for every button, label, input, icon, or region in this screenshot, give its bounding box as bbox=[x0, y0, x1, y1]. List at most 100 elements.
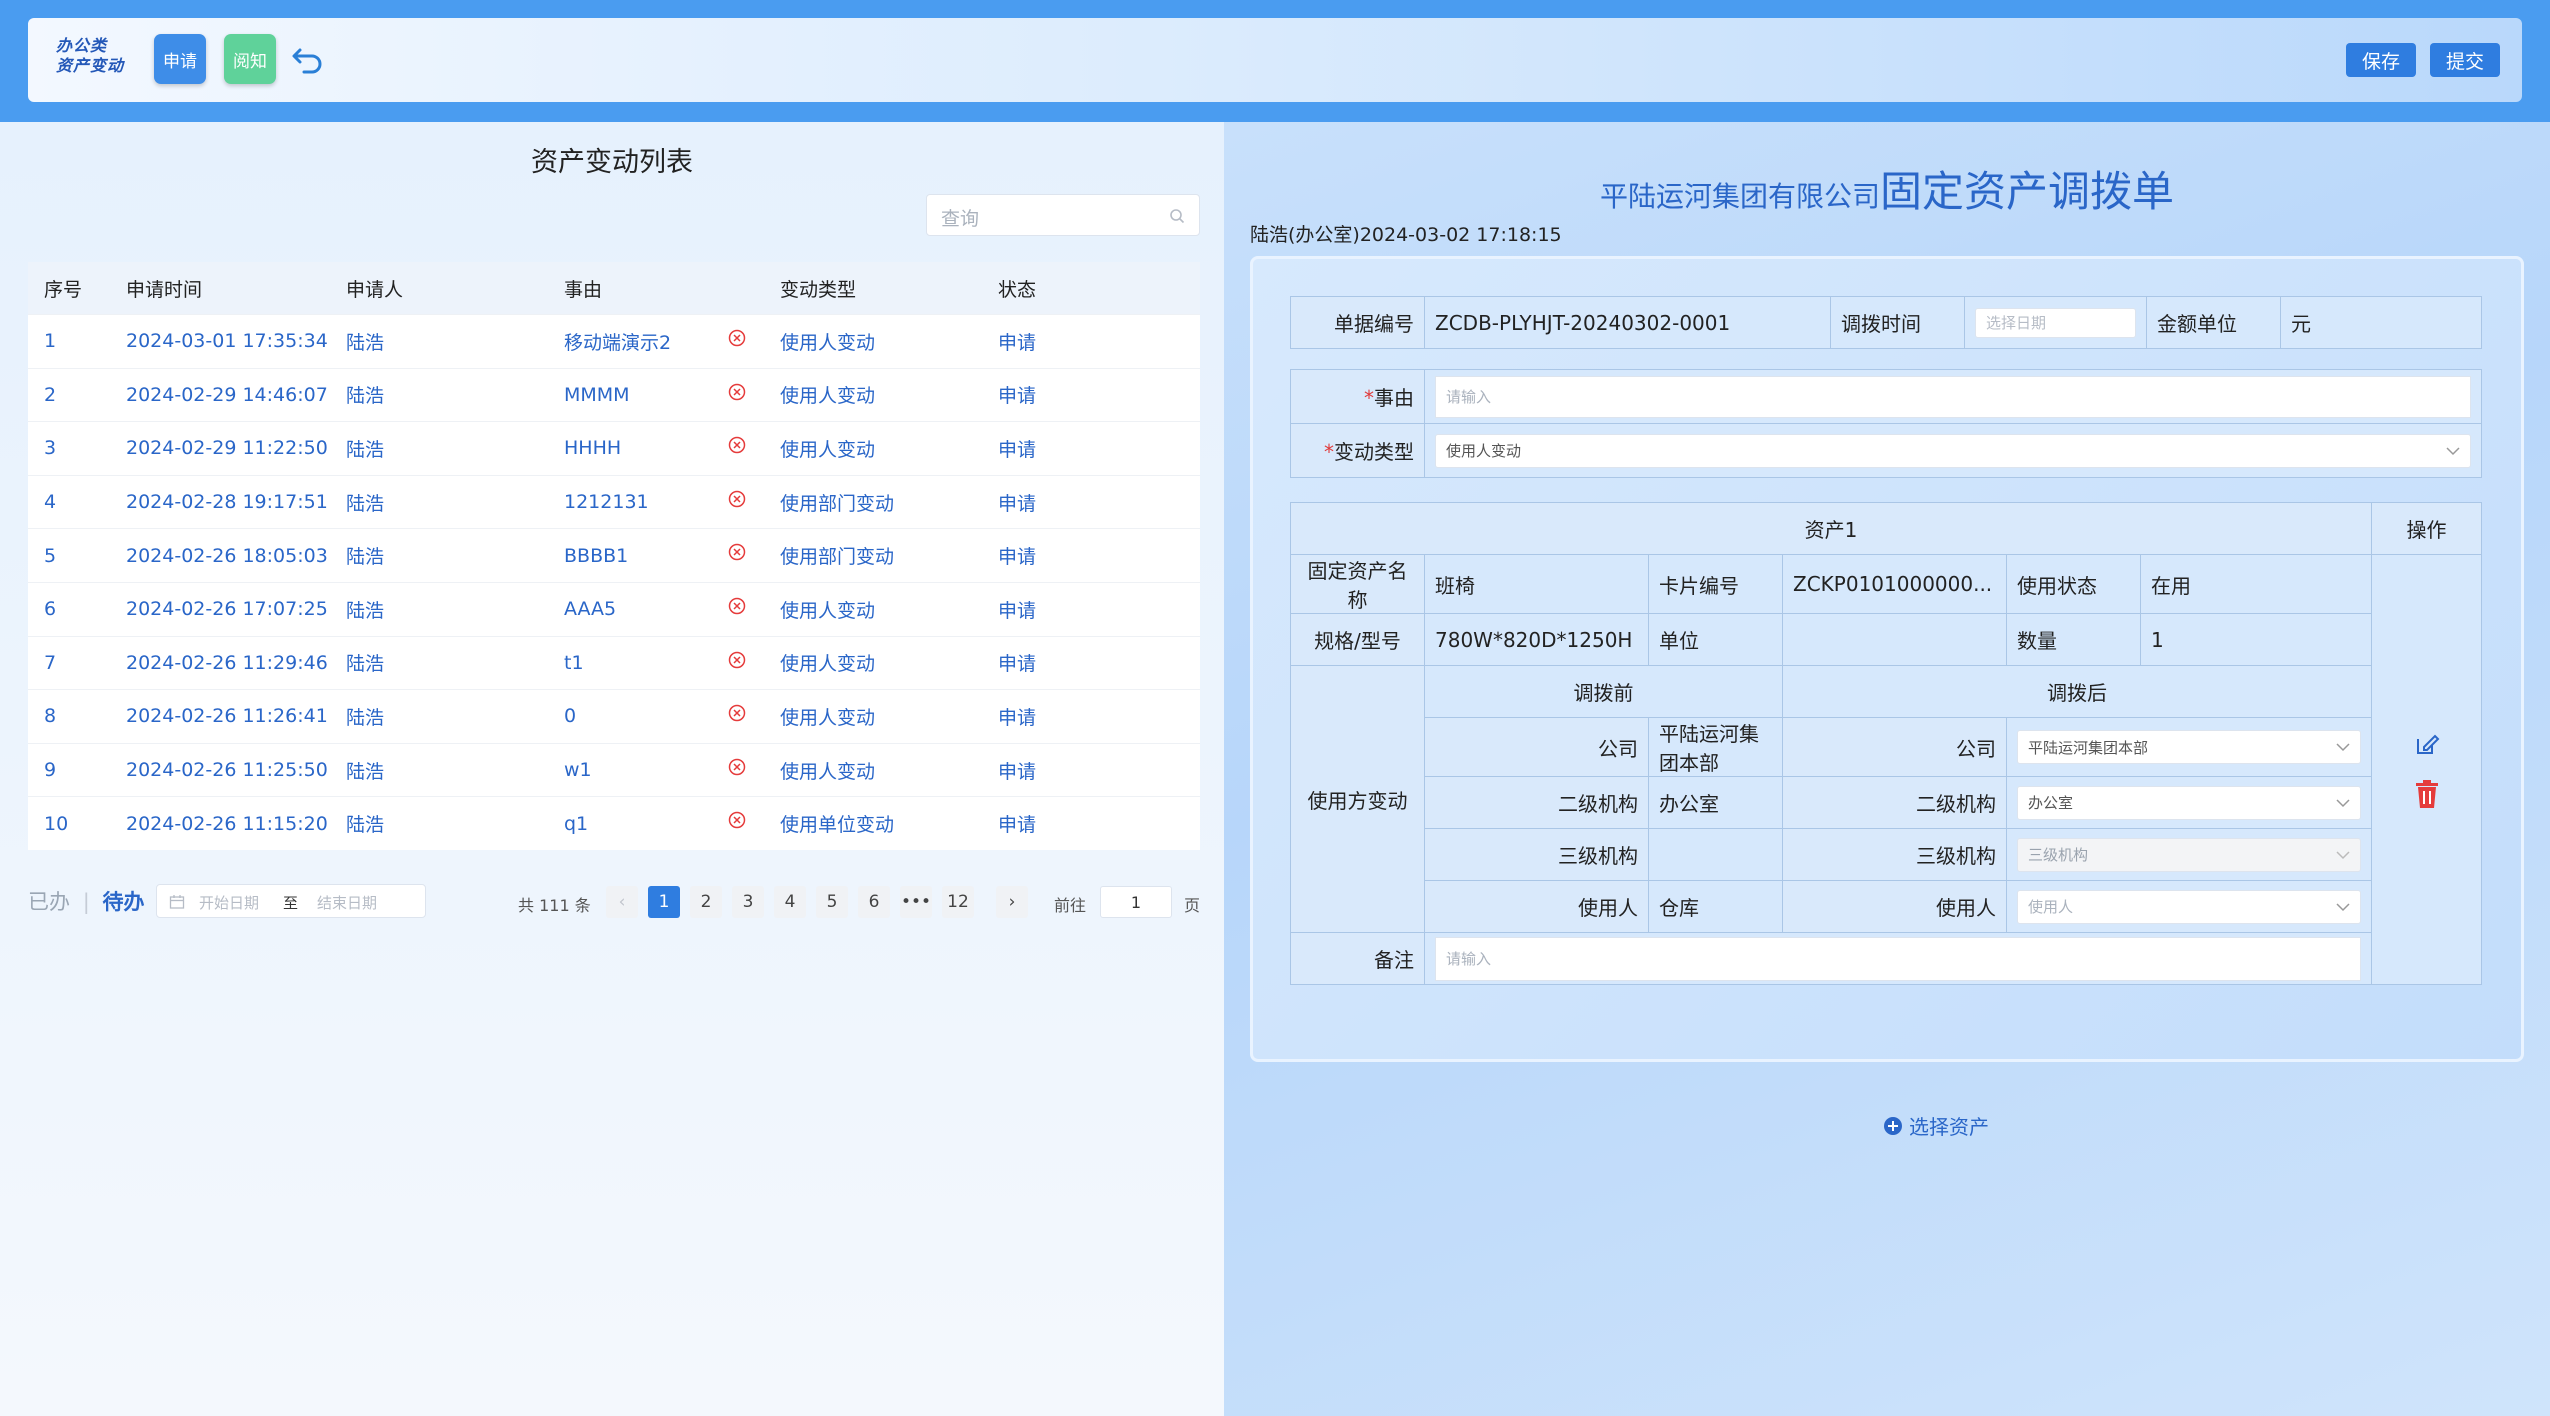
row-type[interactable]: 使用部门变动 bbox=[780, 489, 894, 516]
page-button[interactable]: 2 bbox=[690, 886, 722, 918]
row-type[interactable]: 使用人变动 bbox=[780, 757, 875, 784]
row-time[interactable]: 2024-02-29 11:22:50 bbox=[126, 437, 328, 459]
row-status[interactable]: 申请 bbox=[998, 489, 1036, 516]
row-type[interactable]: 使用人变动 bbox=[780, 328, 875, 355]
tab-todo[interactable]: 待办 bbox=[102, 890, 144, 914]
row-reason[interactable]: AAA5 bbox=[564, 598, 616, 620]
next-page-button[interactable]: › bbox=[996, 886, 1028, 918]
row-type[interactable]: 使用人变动 bbox=[780, 649, 875, 676]
table-row[interactable]: 9 2024-02-26 11:25:50 陆浩 w1 使用人变动 申请 bbox=[28, 742, 1200, 797]
row-reason[interactable]: BBBB1 bbox=[564, 545, 628, 567]
row-applicant[interactable]: 陆浩 bbox=[346, 328, 384, 355]
end-date-input[interactable]: 结束日期 bbox=[317, 892, 377, 913]
date-range-picker[interactable]: 开始日期 至 结束日期 bbox=[156, 884, 426, 918]
delete-circle-icon[interactable] bbox=[728, 597, 746, 615]
row-reason[interactable]: 移动端演示2 bbox=[564, 328, 671, 355]
row-no[interactable]: 2 bbox=[44, 384, 56, 406]
row-applicant[interactable]: 陆浩 bbox=[346, 381, 384, 408]
row-status[interactable]: 申请 bbox=[998, 328, 1036, 355]
row-status[interactable]: 申请 bbox=[998, 703, 1036, 730]
page-button[interactable]: 12 bbox=[942, 886, 974, 918]
row-time[interactable]: 2024-02-26 18:05:03 bbox=[126, 545, 328, 567]
row-time[interactable]: 2024-02-26 11:26:41 bbox=[126, 705, 328, 727]
row-type[interactable]: 使用人变动 bbox=[780, 381, 875, 408]
start-date-input[interactable]: 开始日期 bbox=[199, 892, 259, 913]
delete-circle-icon[interactable] bbox=[728, 704, 746, 722]
table-row[interactable]: 10 2024-02-26 11:15:20 陆浩 q1 使用单位变动 申请 bbox=[28, 796, 1200, 850]
select-asset-button[interactable]: 选择资产 bbox=[1883, 1111, 1989, 1140]
goto-page-input[interactable]: 1 bbox=[1100, 886, 1172, 918]
save-button[interactable]: 保存 bbox=[2346, 43, 2416, 77]
page-button[interactable]: ••• bbox=[900, 886, 932, 918]
delete-circle-icon[interactable] bbox=[728, 329, 746, 347]
read-button[interactable]: 阅知 bbox=[224, 34, 276, 84]
page-button[interactable]: 5 bbox=[816, 886, 848, 918]
row-reason[interactable]: q1 bbox=[564, 813, 588, 835]
row-reason[interactable]: 1212131 bbox=[564, 491, 649, 513]
page-button[interactable]: 1 bbox=[648, 886, 680, 918]
row-reason[interactable]: w1 bbox=[564, 759, 592, 781]
row-applicant[interactable]: 陆浩 bbox=[346, 703, 384, 730]
row-no[interactable]: 6 bbox=[44, 598, 56, 620]
row-type[interactable]: 使用单位变动 bbox=[780, 810, 894, 837]
row-type[interactable]: 使用部门变动 bbox=[780, 542, 894, 569]
delete-circle-icon[interactable] bbox=[728, 383, 746, 401]
row-no[interactable]: 5 bbox=[44, 545, 56, 567]
table-row[interactable]: 5 2024-02-26 18:05:03 陆浩 BBBB1 使用部门变动 申请 bbox=[28, 528, 1200, 582]
after-org3-select[interactable]: 三级机构 bbox=[2017, 837, 2361, 872]
row-status[interactable]: 申请 bbox=[998, 542, 1036, 569]
page-button[interactable]: 6 bbox=[858, 886, 890, 918]
row-time[interactable]: 2024-02-26 17:07:25 bbox=[126, 598, 328, 620]
after-org2-select[interactable]: 办公室 bbox=[2017, 785, 2361, 820]
row-applicant[interactable]: 陆浩 bbox=[346, 542, 384, 569]
page-button[interactable]: 4 bbox=[774, 886, 806, 918]
row-time[interactable]: 2024-02-29 14:46:07 bbox=[126, 384, 328, 406]
row-type[interactable]: 使用人变动 bbox=[780, 703, 875, 730]
prev-page-button[interactable]: ‹ bbox=[606, 886, 638, 918]
row-no[interactable]: 7 bbox=[44, 652, 56, 674]
delete-icon[interactable] bbox=[2414, 779, 2440, 809]
row-time[interactable]: 2024-02-26 11:29:46 bbox=[126, 652, 328, 674]
delete-circle-icon[interactable] bbox=[728, 490, 746, 508]
row-no[interactable]: 9 bbox=[44, 759, 56, 781]
delete-circle-icon[interactable] bbox=[728, 758, 746, 776]
row-no[interactable]: 8 bbox=[44, 705, 56, 727]
remark-input[interactable]: 请输入 bbox=[1435, 936, 2361, 981]
delete-circle-icon[interactable] bbox=[728, 436, 746, 454]
apply-button[interactable]: 申请 bbox=[154, 34, 206, 84]
row-applicant[interactable]: 陆浩 bbox=[346, 649, 384, 676]
row-time[interactable]: 2024-02-26 11:15:20 bbox=[126, 813, 328, 835]
row-no[interactable]: 4 bbox=[44, 491, 56, 513]
row-reason[interactable]: t1 bbox=[564, 652, 584, 674]
row-status[interactable]: 申请 bbox=[998, 381, 1036, 408]
row-time[interactable]: 2024-03-01 17:35:34 bbox=[126, 330, 328, 352]
delete-circle-icon[interactable] bbox=[728, 651, 746, 669]
tab-done[interactable]: 已办 bbox=[28, 890, 70, 914]
delete-circle-icon[interactable] bbox=[728, 543, 746, 561]
row-applicant[interactable]: 陆浩 bbox=[346, 435, 384, 462]
row-no[interactable]: 10 bbox=[44, 813, 68, 835]
delete-circle-icon[interactable] bbox=[728, 811, 746, 829]
row-time[interactable]: 2024-02-26 11:25:50 bbox=[126, 759, 328, 781]
reason-input[interactable]: 请输入 bbox=[1435, 375, 2471, 418]
row-applicant[interactable]: 陆浩 bbox=[346, 596, 384, 623]
after-company-select[interactable]: 平陆运河集团本部 bbox=[2017, 730, 2361, 764]
row-reason[interactable]: HHHH bbox=[564, 437, 621, 459]
change-type-select[interactable]: 使用人变动 bbox=[1435, 433, 2471, 468]
row-status[interactable]: 申请 bbox=[998, 757, 1036, 784]
table-row[interactable]: 8 2024-02-26 11:26:41 陆浩 0 使用人变动 申请 bbox=[28, 689, 1200, 743]
row-type[interactable]: 使用人变动 bbox=[780, 435, 875, 462]
row-status[interactable]: 申请 bbox=[998, 596, 1036, 623]
table-row[interactable]: 6 2024-02-26 17:07:25 陆浩 AAA5 使用人变动 申请 bbox=[28, 581, 1200, 636]
row-no[interactable]: 3 bbox=[44, 437, 56, 459]
table-row[interactable]: 3 2024-02-29 11:22:50 陆浩 HHHH 使用人变动 申请 bbox=[28, 421, 1200, 475]
edit-icon[interactable] bbox=[2414, 731, 2440, 757]
table-row[interactable]: 2 2024-02-29 14:46:07 陆浩 MMMM 使用人变动 申请 bbox=[28, 367, 1200, 422]
row-reason[interactable]: MMMM bbox=[564, 384, 630, 406]
row-no[interactable]: 1 bbox=[44, 330, 56, 352]
after-user-select[interactable]: 使用人 bbox=[2017, 889, 2361, 924]
row-reason[interactable]: 0 bbox=[564, 705, 576, 727]
search-icon[interactable] bbox=[1169, 208, 1185, 224]
table-row[interactable]: 1 2024-03-01 17:35:34 陆浩 移动端演示2 使用人变动 申请 bbox=[28, 314, 1200, 368]
undo-icon[interactable] bbox=[290, 44, 328, 76]
